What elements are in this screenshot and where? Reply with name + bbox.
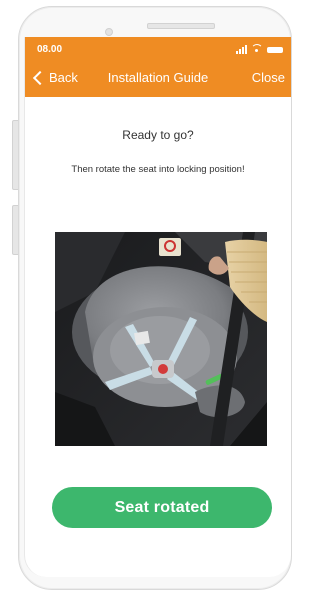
camera-dot [105,28,113,36]
status-icons [236,42,283,54]
status-time: 08.00 [37,44,63,55]
back-label: Back [49,70,78,85]
back-button[interactable]: Back [32,70,78,85]
app-screen: 08.00 Installation Guide Back Close Read… [24,37,291,577]
step-heading: Ready to go? [122,128,194,142]
car-seat-photo [55,232,267,446]
seat-rotated-button[interactable]: Seat rotated [52,487,272,528]
signal-icon [236,44,247,54]
wifi-icon [251,44,263,54]
step-instruction: Then rotate the seat into locking positi… [71,164,245,175]
chevron-left-icon [32,70,48,85]
battery-icon [267,47,283,53]
speaker-grille [147,23,215,29]
navigation-bar: Installation Guide Back Close [25,68,291,90]
close-button[interactable]: Close [252,70,285,85]
app-header: 08.00 Installation Guide Back Close [25,37,291,97]
